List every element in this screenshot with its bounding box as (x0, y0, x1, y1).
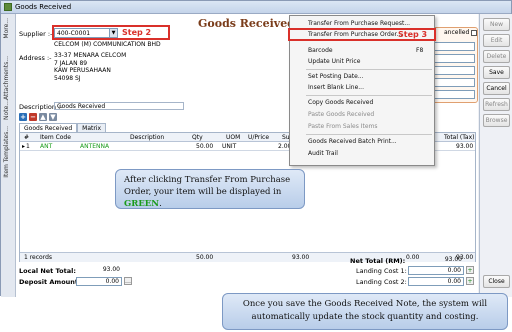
callout1-period: . (159, 199, 162, 209)
goods-received-window: Goods Received More... Attachments... No… (0, 0, 512, 297)
address-label: Address :- (19, 54, 52, 62)
supplier-label: Supplier :- (19, 30, 53, 38)
menu-paste-from-sales-items: Paste From Sales Items (308, 123, 378, 130)
side-tab-strip: More... Attachments... Note... Item Temp… (1, 14, 16, 297)
footer-qty: 50.00 (196, 254, 214, 261)
cell-uom[interactable]: UNIT (222, 143, 236, 150)
edit-button[interactable]: Edit (483, 34, 510, 47)
callout-save-note: Once you save the Goods Received Note, t… (222, 293, 508, 330)
step2-label: Step 2 (122, 28, 152, 37)
col-item-code[interactable]: Item Code (40, 134, 71, 141)
address-line: 7 JALAN 89 (54, 59, 88, 67)
cancel-button[interactable]: Cancel (483, 82, 510, 95)
callout1-green-word: GREEN (124, 199, 160, 209)
net-total-label: Net Total (RM): (350, 257, 406, 265)
grid-footer: 1 records 50.00 93.00 0.00 93.00 (20, 252, 475, 262)
address-block: 33-37 MENARA CELCOM 7 JALAN 89 KAW PERUS… (54, 52, 154, 98)
close-button[interactable]: Close (483, 275, 510, 288)
browse-button[interactable]: Browse (483, 114, 510, 127)
menu-insert-blank-line[interactable]: Insert Blank Line... (308, 84, 364, 91)
cell-item-code[interactable]: ANT (40, 143, 52, 150)
menu-barcode-shortcut: F8 (416, 47, 424, 54)
add-icon[interactable]: + (19, 113, 27, 121)
menu-copy-goods-received[interactable]: Copy Goods Received (308, 99, 373, 106)
callout1-text: After clicking Transfer From Purchase Or… (124, 175, 291, 197)
move-up-icon[interactable]: ▲ (39, 113, 47, 121)
deposit-more-button[interactable]: … (124, 277, 132, 285)
app-icon (4, 3, 12, 11)
col-uom[interactable]: UOM (226, 134, 240, 141)
more-context-menu: Transfer From Purchase Request... Step 3… (288, 15, 436, 166)
action-button-bar: New Edit Delete Save Cancel Refresh Brow… (479, 14, 512, 297)
record-count: 1 records (24, 254, 53, 261)
row-num: 1 (26, 143, 30, 150)
save-button[interactable]: Save (483, 66, 510, 79)
vtab-attachments[interactable]: Attachments... (3, 56, 10, 100)
callout-transfer-note: After clicking Transfer From Purchase Or… (115, 169, 305, 209)
window-title: Goods Received (15, 3, 72, 11)
move-down-icon[interactable]: ▼ (49, 113, 57, 121)
menu-separator (306, 95, 432, 96)
step3-label: Step 3 (398, 30, 428, 39)
menu-barcode[interactable]: Barcode (308, 47, 333, 54)
col-total-tax[interactable]: Total (Tax) (444, 134, 475, 141)
cancelled-label: ancelled (444, 29, 470, 36)
landing-cost-2-add-icon[interactable]: + (466, 277, 474, 285)
cell-description[interactable]: ANTENNA (80, 143, 109, 150)
landing-cost-2-field[interactable]: 0.00 (408, 277, 464, 286)
local-net-total-label: Local Net Total: (19, 267, 76, 275)
local-net-total-value: 93.00 (102, 266, 120, 273)
cell-total-tax[interactable]: 93.00 (456, 143, 473, 150)
col-qty[interactable]: Qty (192, 134, 203, 141)
cell-qty[interactable]: 50.00 (196, 143, 213, 150)
landing-cost-1-add-icon[interactable]: + (466, 266, 474, 274)
menu-set-posting-date[interactable]: Set Posting Date... (308, 73, 364, 80)
remove-icon[interactable]: − (29, 113, 37, 121)
title-bar: Goods Received (1, 1, 511, 14)
vtab-more[interactable]: More... (3, 18, 10, 39)
footer-subtotal: 93.00 (292, 254, 310, 261)
col-num: # (24, 134, 30, 141)
address-line: KAW PERUSAHAAN (54, 67, 111, 74)
detail-toolbar: + − ▲ ▼ (19, 113, 57, 121)
col-description[interactable]: Description (130, 134, 164, 141)
landing-cost-1-field[interactable]: 0.00 (408, 266, 464, 275)
landing-cost-2-label: Landing Cost 2: (356, 278, 407, 286)
menu-update-unit-price[interactable]: Update Unit Price (308, 58, 360, 65)
address-line: 54098 SJ (54, 74, 81, 82)
menu-paste-goods-received: Paste Goods Received (308, 111, 375, 118)
deposit-field[interactable]: 0.00 (76, 277, 122, 286)
row-indicator-icon: ▸ (22, 143, 26, 150)
refresh-button[interactable]: Refresh (483, 98, 510, 111)
cancelled-checkbox[interactable] (471, 30, 477, 36)
totals-panel: Local Net Total: 93.00 Deposit Amount: 0… (16, 256, 478, 297)
supplier-name: CELCOM (M) COMMUNICATION BHD (54, 41, 161, 48)
vtab-item-templates[interactable]: Item Templates... (3, 126, 10, 178)
menu-transfer-from-purchase-order[interactable]: Transfer From Purchase Order... (308, 31, 402, 38)
deposit-label: Deposit Amount: (19, 278, 81, 286)
step2-highlight: Step 2 (52, 25, 170, 40)
new-button[interactable]: New (483, 18, 510, 31)
menu-separator (306, 134, 432, 135)
menu-batch-print[interactable]: Goods Received Batch Print... (308, 138, 397, 145)
landing-cost-1-label: Landing Cost 1: (356, 267, 407, 275)
form-title: Goods Received (198, 17, 295, 30)
address-line: 33-37 MENARA CELCOM (54, 52, 127, 59)
menu-audit-trail[interactable]: Audit Trail (308, 150, 338, 157)
delete-button[interactable]: Delete (483, 50, 510, 63)
menu-transfer-from-purchase-request[interactable]: Transfer From Purchase Request... (308, 20, 410, 27)
col-uprice[interactable]: U/Price (248, 134, 269, 141)
vtab-note[interactable]: Note... (3, 100, 10, 120)
description-field[interactable]: Goods Received (54, 102, 184, 110)
menu-separator (306, 69, 432, 70)
net-total-value: 93.00 (444, 256, 462, 263)
